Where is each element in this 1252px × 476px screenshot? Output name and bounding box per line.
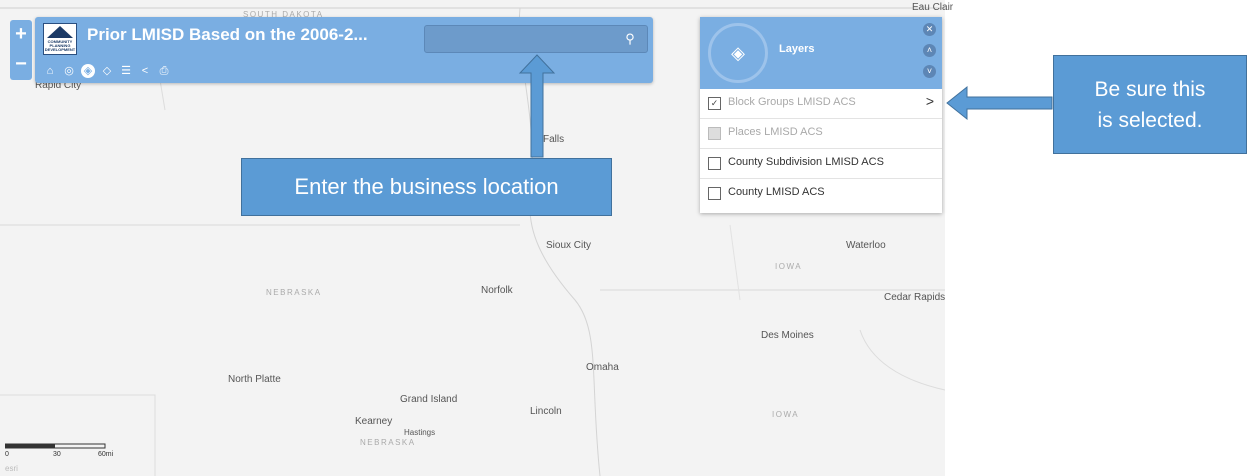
callout-line-2: is selected. bbox=[1097, 108, 1203, 132]
arrow-left-shape bbox=[946, 85, 1053, 121]
arrow-up-shape bbox=[518, 54, 556, 158]
callout-be-sure-selected: Be sure this is selected. bbox=[1053, 55, 1247, 154]
callout-enter-location: Enter the business location bbox=[241, 158, 612, 216]
callout-line-1: Be sure this bbox=[1094, 77, 1206, 101]
